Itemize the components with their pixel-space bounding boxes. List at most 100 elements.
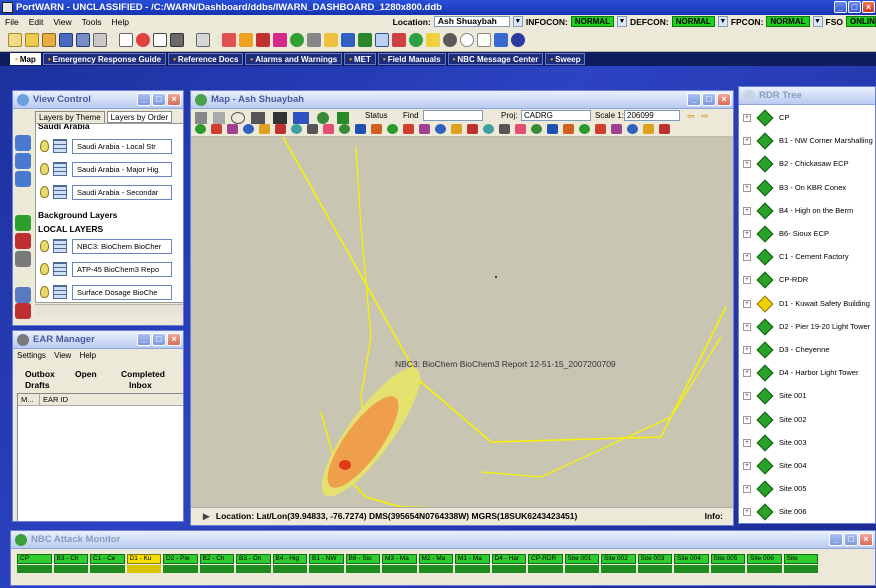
expand-icon[interactable]: + [743, 114, 751, 123]
tree-node[interactable]: + Site 006 [743, 505, 807, 519]
horizontal-scrollbar[interactable] [35, 304, 183, 315]
tree-node[interactable]: + C1 - Cement Factory [743, 250, 849, 264]
detector-status-cell[interactable]: Site 006 [747, 554, 782, 564]
tree-node[interactable]: + Site 001 [743, 389, 807, 403]
layer-name[interactable]: Saudi Arabia - Secondar [72, 185, 172, 200]
maximize-button[interactable]: □ [844, 533, 858, 546]
expand-icon[interactable]: + [743, 508, 751, 517]
expand-icon[interactable]: + [743, 322, 751, 331]
close-button[interactable]: × [167, 333, 181, 346]
map-symbol-icon[interactable] [403, 124, 414, 134]
layer-name[interactable]: Saudi Arabia - Major Hig [72, 162, 172, 177]
expand-icon[interactable]: + [743, 462, 751, 471]
chart-icon[interactable] [341, 32, 355, 47]
hazard-overlay-label[interactable]: NBC3: BioChem BioChem3 Report 12-51-15_2… [395, 359, 616, 369]
detector-status-cell[interactable]: B6 - Sio [345, 554, 380, 564]
page-icon[interactable] [477, 32, 491, 47]
sun-icon[interactable] [426, 32, 440, 47]
expand-icon[interactable]: + [743, 276, 751, 285]
projection-select[interactable]: CADRG [521, 110, 591, 121]
minimize-button[interactable]: _ [137, 333, 151, 346]
pan-icon[interactable] [195, 112, 207, 124]
map-symbol-icon[interactable] [483, 124, 494, 134]
crosshair-icon[interactable] [273, 112, 287, 124]
tab-alarms-and-warnings[interactable]: • Alarms and Warnings [245, 53, 343, 65]
chevron-down-icon[interactable]: ▼ [616, 16, 627, 27]
tab-met[interactable]: • MET [344, 53, 376, 65]
delete-icon[interactable] [15, 303, 31, 319]
detector-status-cell[interactable]: M3 - Ma [382, 554, 417, 564]
location-select[interactable]: Ash Shuaybah [433, 16, 510, 27]
tab-emergency-response-guide[interactable]: • Emergency Response Guide [42, 53, 167, 65]
close-button[interactable]: × [717, 93, 731, 106]
tab-sweep[interactable]: • Sweep [545, 53, 586, 65]
person-icon[interactable] [324, 32, 338, 47]
tab-reference-docs[interactable]: • Reference Docs [168, 53, 244, 65]
status-button[interactable]: Status [365, 111, 388, 120]
minimize-button[interactable]: _ [687, 93, 701, 106]
map-symbol-icon[interactable] [243, 124, 254, 134]
detector-status-cell[interactable]: M2 - Ma [418, 554, 453, 564]
detector-status-cell[interactable]: Site 001 [564, 554, 599, 564]
map-symbol-icon[interactable] [467, 124, 478, 134]
map-symbol-icon[interactable] [563, 124, 574, 134]
column-header[interactable]: M... [18, 394, 40, 406]
map-symbol-icon[interactable] [419, 124, 430, 134]
maximize-button[interactable]: □ [152, 93, 166, 106]
map-symbol-icon[interactable] [211, 124, 222, 134]
map-symbol-icon[interactable] [531, 124, 542, 134]
save-icon[interactable] [59, 32, 73, 47]
tab-field-manuals[interactable]: • Field Manuals [377, 53, 446, 65]
play-icon[interactable]: ▶ [203, 511, 210, 521]
chevron-down-icon[interactable]: ▼ [812, 16, 823, 27]
map-canvas[interactable]: NBC3: BioChem BioChem3 Report 12-51-15_2… [191, 137, 733, 512]
tree-icon[interactable] [337, 112, 349, 124]
layer-row[interactable]: Saudi Arabia - Secondar [36, 182, 183, 204]
layer-row[interactable]: Surface Dosage BioChe [36, 282, 183, 302]
layer-row[interactable]: Saudi Arabia - Major Hig [36, 159, 183, 181]
detector-status-cell[interactable]: CP-RDR [528, 554, 563, 564]
detector-status-cell[interactable]: B2 - Ch [199, 554, 234, 564]
detector-status-cell[interactable]: D1 - Ku [126, 554, 161, 564]
globe-icon[interactable] [317, 112, 329, 124]
close-button[interactable]: × [859, 533, 873, 546]
detector-status-cell[interactable]: B3 - Ch [53, 554, 88, 564]
bio-icon[interactable] [273, 32, 287, 47]
move-down-icon[interactable] [15, 153, 31, 169]
detector-status-cell[interactable]: Site 002 [601, 554, 636, 564]
menu-file[interactable]: File [0, 17, 24, 27]
detector-status-cell[interactable]: Site [783, 554, 818, 564]
tab-map[interactable]: • Map [10, 53, 41, 65]
tree-node[interactable]: + B4 - High on the Berm [743, 204, 853, 218]
select-icon[interactable] [251, 112, 265, 124]
map-symbol-icon[interactable] [275, 124, 286, 134]
map-symbol-icon[interactable] [371, 124, 382, 134]
report-icon[interactable] [153, 32, 167, 47]
detector-status-cell[interactable]: D4 - Har [491, 554, 526, 564]
detector-status-cell[interactable]: Site 005 [710, 554, 745, 564]
local-layers-header[interactable]: LOCAL LAYERS [38, 224, 103, 234]
bookmark-icon[interactable] [392, 32, 406, 47]
layer-name[interactable]: ATP-45 BioChem3 Repo [72, 262, 172, 277]
tree-node[interactable]: + CP [743, 111, 789, 125]
layer-row[interactable]: NBC3: BioChem BioCher [36, 236, 183, 258]
refresh-icon[interactable] [196, 32, 210, 47]
lightbulb-icon[interactable] [40, 140, 49, 152]
menu-view[interactable]: View [48, 17, 76, 27]
detector-status-cell[interactable]: C1 - Ce [90, 554, 125, 564]
globe-icon[interactable] [290, 32, 304, 47]
map-symbol-icon[interactable] [451, 124, 462, 134]
ear-menu-view[interactable]: View [54, 351, 71, 360]
map-symbol-icon[interactable] [259, 124, 270, 134]
detector-status-cell[interactable]: Site 003 [637, 554, 672, 564]
tree-node[interactable]: + CP-RDR [743, 273, 808, 287]
detector-status-cell[interactable]: B4 - Hig [272, 554, 307, 564]
tab-outbox[interactable]: Outbox [25, 369, 55, 380]
layer-settings-icon[interactable] [15, 251, 31, 267]
tab-layers-by-order[interactable]: Layers by Order [106, 111, 173, 123]
layer-name[interactable]: Surface Dosage BioChe [72, 285, 172, 300]
save-layers-icon[interactable] [15, 287, 31, 303]
save-all-icon[interactable] [76, 32, 90, 47]
menu-help[interactable]: Help [106, 17, 133, 27]
minimize-window-button[interactable]: _ [834, 1, 847, 13]
